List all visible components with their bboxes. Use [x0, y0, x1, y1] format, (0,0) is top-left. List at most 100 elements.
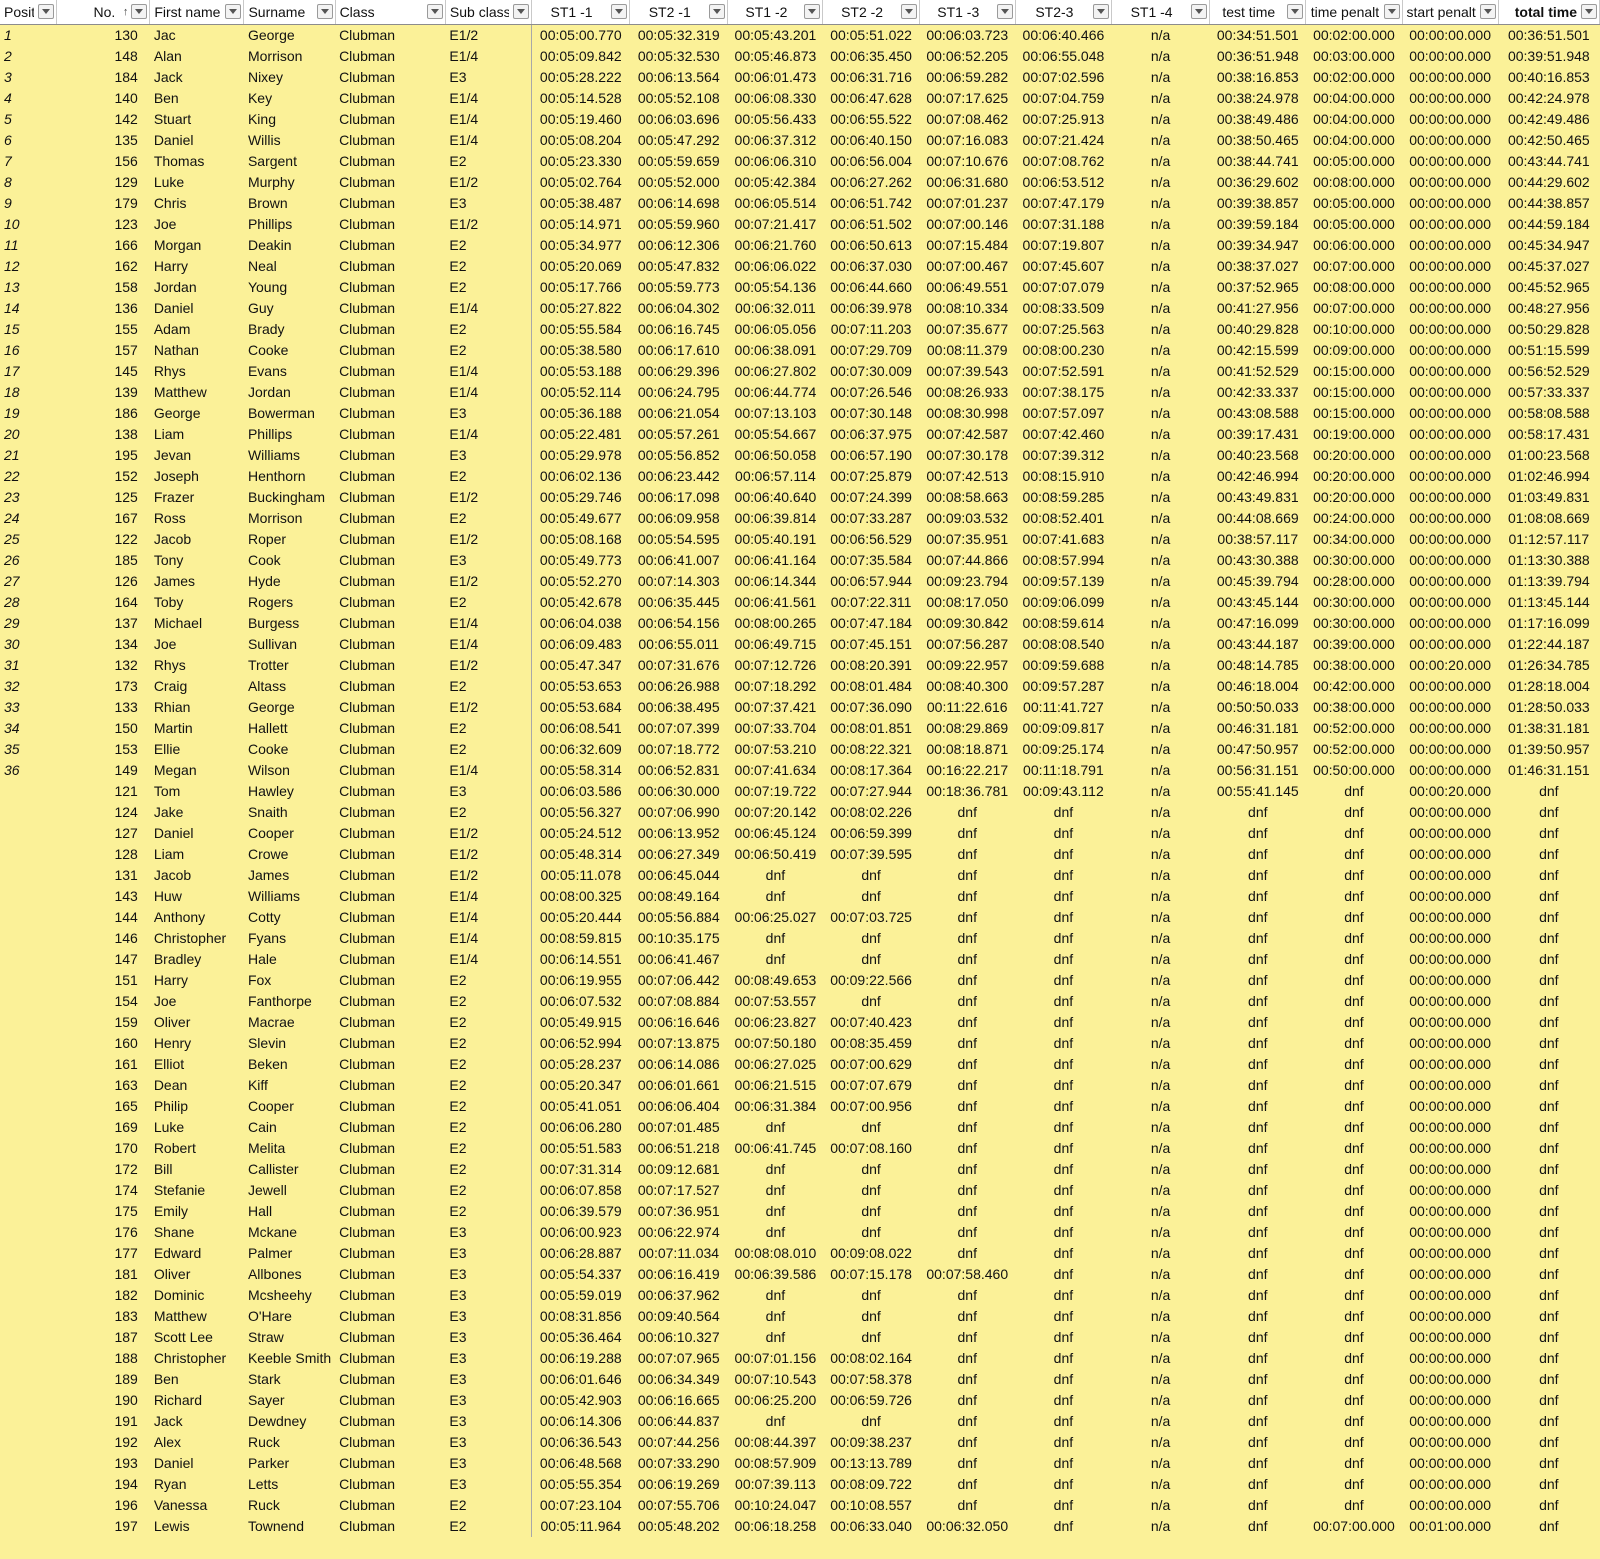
cell-st2_3[interactable]: 00:07:38.175 [1015, 382, 1111, 403]
cell-first[interactable]: Harry [150, 970, 244, 991]
cell-st1_2[interactable]: 00:07:53.210 [728, 739, 823, 760]
cell-tpen[interactable]: dnf [1306, 991, 1402, 1012]
cell-surname[interactable]: Dewdney [244, 1411, 335, 1432]
cell-spen[interactable]: 00:00:00.000 [1402, 1474, 1498, 1495]
cell-pos[interactable] [0, 1495, 57, 1516]
cell-first[interactable]: Nathan [150, 340, 244, 361]
cell-st1_3[interactable]: 00:07:35.677 [919, 319, 1015, 340]
cell-total[interactable]: 00:42:24.978 [1498, 88, 1599, 109]
cell-st1_3[interactable]: dnf [919, 1138, 1015, 1159]
cell-tpen[interactable]: 00:08:00.000 [1306, 172, 1402, 193]
cell-surname[interactable]: Burgess [244, 613, 335, 634]
cell-st2_1[interactable]: 00:06:23.442 [630, 466, 728, 487]
cell-first[interactable]: Edward [150, 1243, 244, 1264]
cell-st2_1[interactable]: 00:05:59.960 [630, 214, 728, 235]
cell-spen[interactable]: 00:00:00.000 [1402, 991, 1498, 1012]
cell-sub[interactable]: E1/4 [445, 46, 532, 67]
cell-st2_1[interactable]: 00:07:01.485 [630, 1117, 728, 1138]
cell-st2_1[interactable]: 00:06:17.610 [630, 340, 728, 361]
cell-st1_4[interactable]: n/a [1112, 25, 1210, 47]
cell-tpen[interactable]: dnf [1306, 823, 1402, 844]
cell-first[interactable]: Christopher [150, 928, 244, 949]
cell-surname[interactable]: Callister [244, 1159, 335, 1180]
cell-sub[interactable]: E3 [445, 1411, 532, 1432]
cell-st2_3[interactable]: 00:09:59.688 [1015, 655, 1111, 676]
cell-st1_1[interactable]: 00:06:03.586 [531, 781, 629, 802]
cell-sub[interactable]: E2 [445, 676, 532, 697]
cell-total[interactable]: dnf [1498, 970, 1599, 991]
cell-total[interactable]: dnf [1498, 1348, 1599, 1369]
cell-test[interactable]: 00:39:34.947 [1210, 235, 1306, 256]
cell-no[interactable]: 151 [57, 970, 150, 991]
cell-surname[interactable]: Williams [244, 445, 335, 466]
cell-st1_2[interactable]: 00:06:38.091 [728, 340, 823, 361]
cell-total[interactable]: 00:45:37.027 [1498, 256, 1599, 277]
cell-st2_1[interactable]: 00:06:14.086 [630, 1054, 728, 1075]
cell-st1_1[interactable]: 00:06:52.994 [531, 1033, 629, 1054]
cell-st1_3[interactable]: 00:07:35.951 [919, 529, 1015, 550]
cell-no[interactable]: 126 [57, 571, 150, 592]
cell-test[interactable]: dnf [1210, 844, 1306, 865]
cell-pos[interactable] [0, 781, 57, 802]
cell-st1_4[interactable]: n/a [1112, 109, 1210, 130]
cell-st2_3[interactable]: 00:09:57.287 [1015, 676, 1111, 697]
cell-tpen[interactable]: dnf [1306, 1222, 1402, 1243]
cell-st1_4[interactable]: n/a [1112, 1138, 1210, 1159]
cell-st1_2[interactable]: 00:08:49.653 [728, 970, 823, 991]
cell-cls[interactable]: Clubman [335, 739, 445, 760]
cell-sub[interactable]: E3 [445, 1390, 532, 1411]
cell-pos[interactable]: 12 [0, 256, 57, 277]
cell-total[interactable]: 01:13:30.388 [1498, 550, 1599, 571]
cell-st2_3[interactable]: dnf [1015, 1243, 1111, 1264]
cell-cls[interactable]: Clubman [335, 676, 445, 697]
cell-st1_4[interactable]: n/a [1112, 298, 1210, 319]
cell-cls[interactable]: Clubman [335, 1306, 445, 1327]
cell-cls[interactable]: Clubman [335, 1369, 445, 1390]
cell-total[interactable]: dnf [1498, 1432, 1599, 1453]
cell-no[interactable]: 150 [57, 718, 150, 739]
cell-st1_3[interactable]: 00:07:17.625 [919, 88, 1015, 109]
cell-st2_2[interactable]: dnf [823, 1411, 919, 1432]
cell-st1_1[interactable]: 00:06:07.532 [531, 991, 629, 1012]
cell-surname[interactable]: James [244, 865, 335, 886]
cell-st2_3[interactable]: 00:07:25.563 [1015, 319, 1111, 340]
cell-pos[interactable] [0, 1285, 57, 1306]
cell-st2_3[interactable]: 00:07:47.179 [1015, 193, 1111, 214]
cell-st1_4[interactable]: n/a [1112, 46, 1210, 67]
cell-st1_3[interactable]: dnf [919, 1117, 1015, 1138]
cell-cls[interactable]: Clubman [335, 1075, 445, 1096]
cell-st2_2[interactable]: dnf [823, 886, 919, 907]
cell-no[interactable]: 190 [57, 1390, 150, 1411]
cell-st1_1[interactable]: 00:05:41.051 [531, 1096, 629, 1117]
cell-st1_4[interactable]: n/a [1112, 382, 1210, 403]
cell-pos[interactable] [0, 1222, 57, 1243]
cell-st2_3[interactable]: 00:08:08.540 [1015, 634, 1111, 655]
cell-surname[interactable]: O'Hare [244, 1306, 335, 1327]
cell-test[interactable]: 00:45:39.794 [1210, 571, 1306, 592]
cell-st1_3[interactable]: 00:06:32.050 [919, 1516, 1015, 1537]
cell-tpen[interactable]: 00:04:00.000 [1306, 130, 1402, 151]
cell-no[interactable]: 158 [57, 277, 150, 298]
cell-sub[interactable]: E3 [445, 445, 532, 466]
cell-sub[interactable]: E1/2 [445, 865, 532, 886]
cell-spen[interactable]: 00:00:00.000 [1402, 886, 1498, 907]
cell-st1_3[interactable]: dnf [919, 1201, 1015, 1222]
cell-st2_2[interactable]: 00:07:39.595 [823, 844, 919, 865]
cell-cls[interactable]: Clubman [335, 1474, 445, 1495]
cell-st1_3[interactable]: dnf [919, 970, 1015, 991]
cell-tpen[interactable]: 00:09:00.000 [1306, 340, 1402, 361]
cell-st2_1[interactable]: 00:06:37.962 [630, 1285, 728, 1306]
cell-st1_1[interactable]: 00:06:09.483 [531, 634, 629, 655]
cell-test[interactable]: 00:43:45.144 [1210, 592, 1306, 613]
cell-first[interactable]: Frazer [150, 487, 244, 508]
cell-st1_2[interactable]: 00:05:46.873 [728, 46, 823, 67]
cell-tpen[interactable]: 00:02:00.000 [1306, 25, 1402, 47]
cell-surname[interactable]: Fyans [244, 928, 335, 949]
cell-no[interactable]: 165 [57, 1096, 150, 1117]
cell-no[interactable]: 187 [57, 1327, 150, 1348]
cell-total[interactable]: dnf [1498, 844, 1599, 865]
cell-st1_3[interactable]: 00:08:18.871 [919, 739, 1015, 760]
cell-st2_1[interactable]: 00:07:17.527 [630, 1180, 728, 1201]
cell-st2_2[interactable]: 00:06:59.399 [823, 823, 919, 844]
cell-st1_4[interactable]: n/a [1112, 802, 1210, 823]
